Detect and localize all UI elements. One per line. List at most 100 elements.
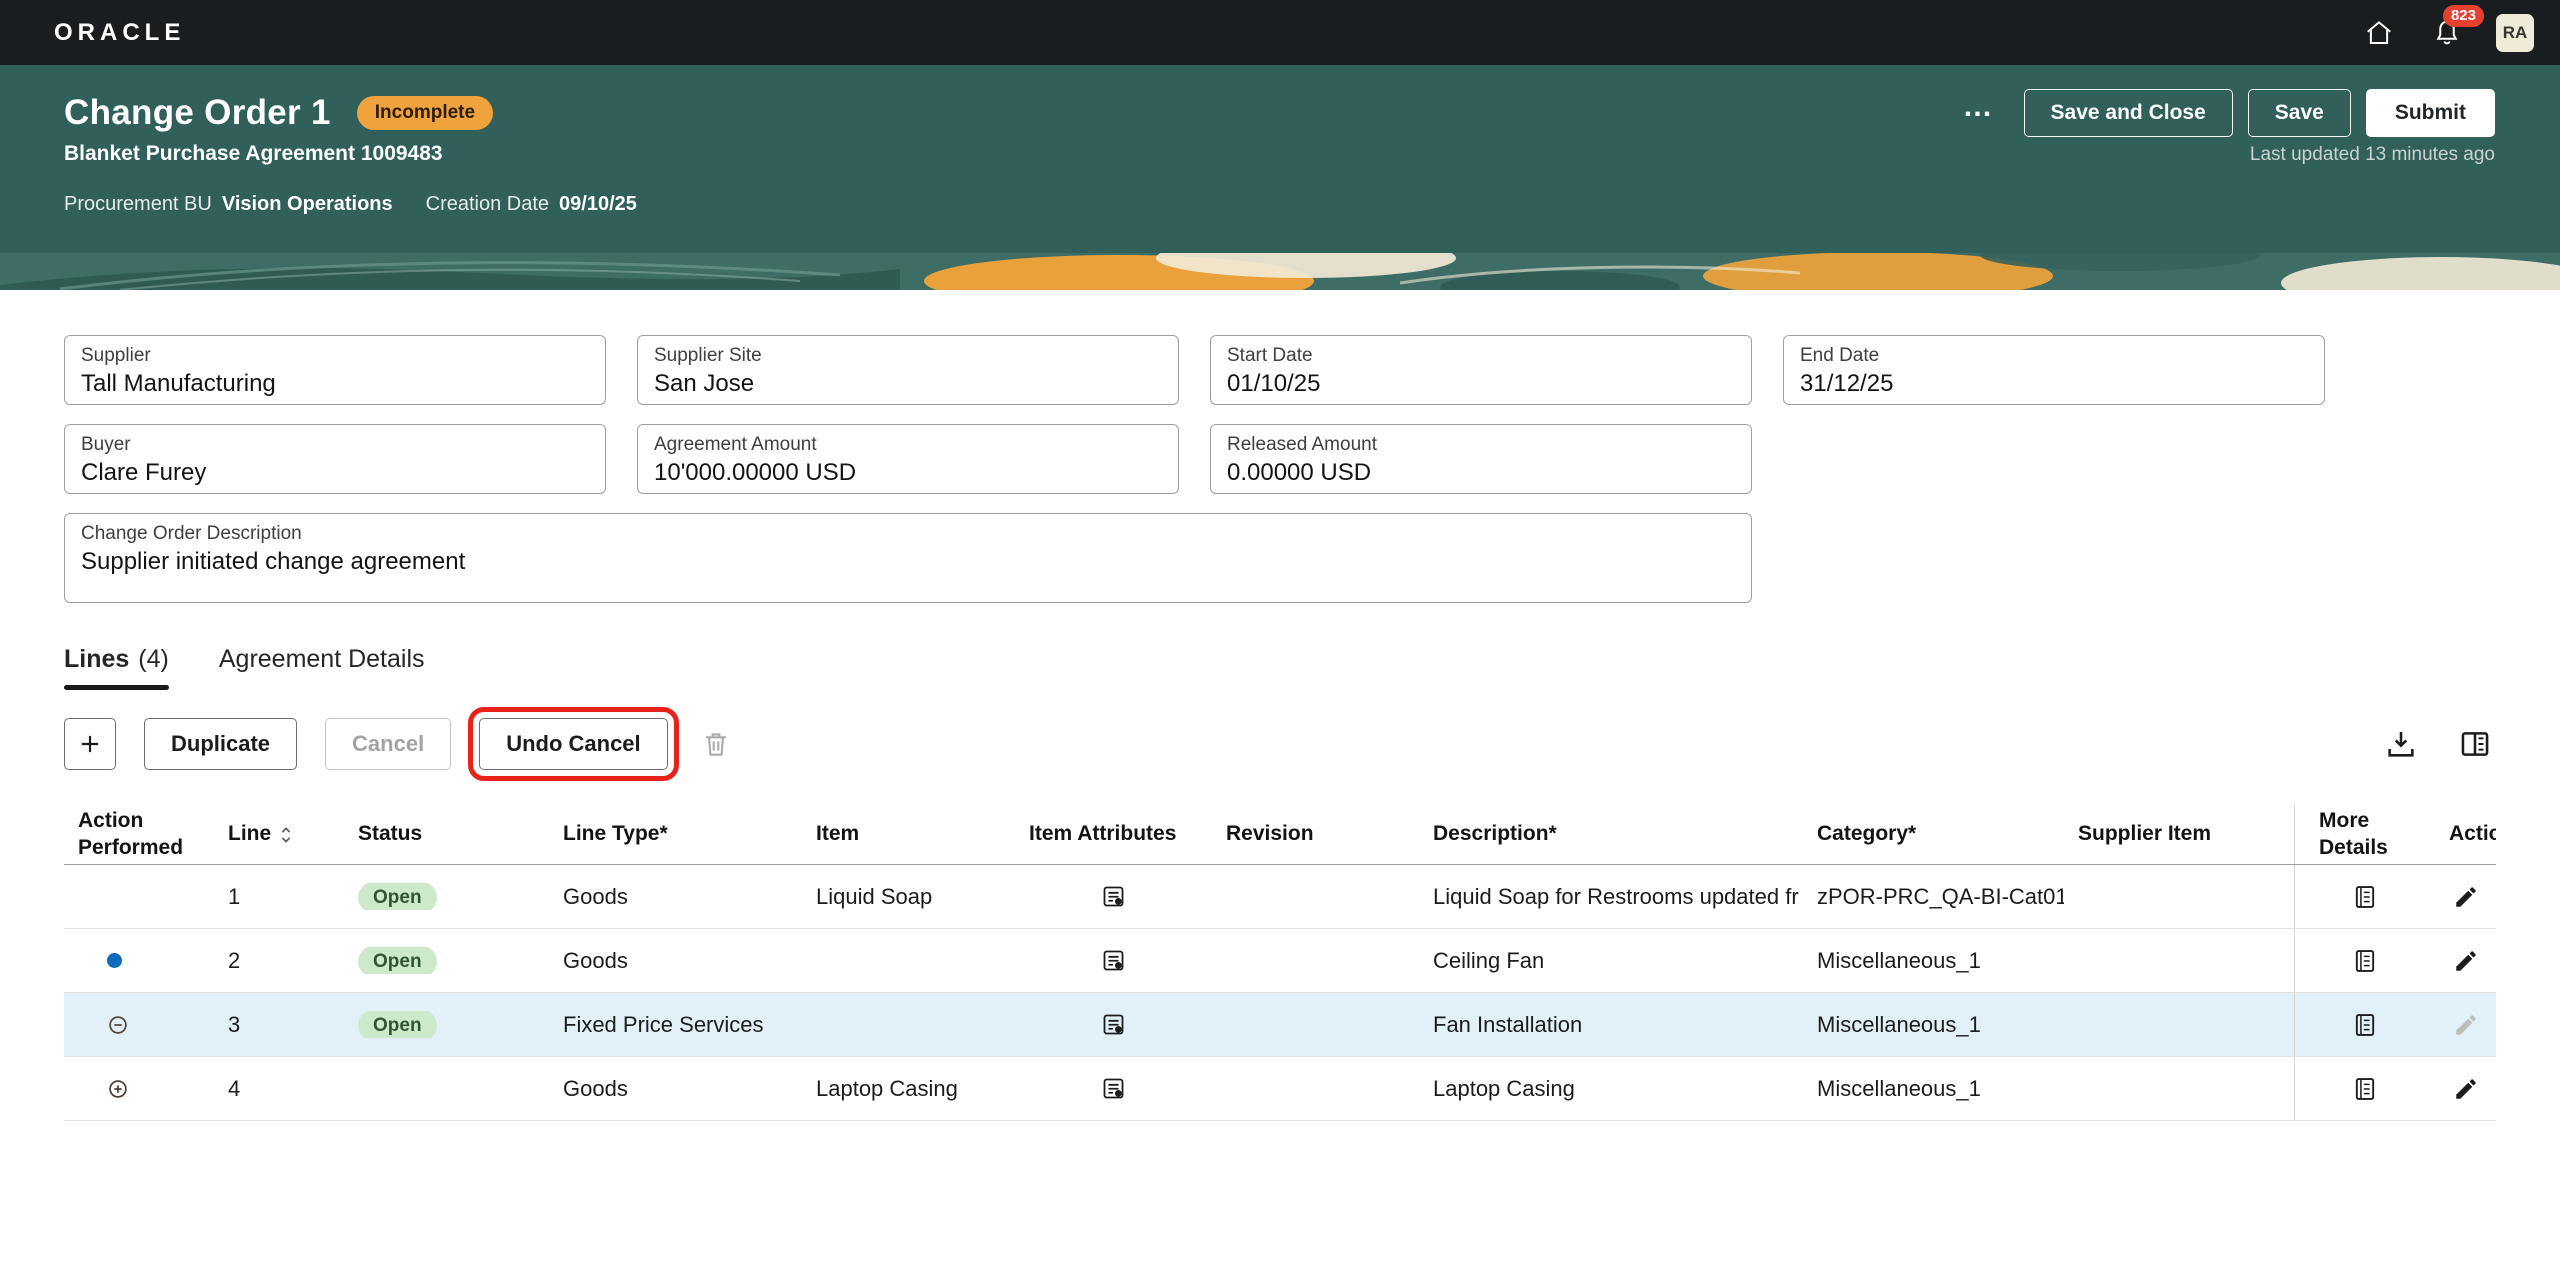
action-performed-cell <box>107 1078 129 1100</box>
last-updated-text: Last updated 13 minutes ago <box>2250 144 2495 166</box>
pencil-icon <box>2453 884 2479 910</box>
edit-line-button[interactable] <box>2451 882 2481 912</box>
line-type-cell: Goods <box>549 1076 802 1102</box>
oracle-logo: ORACLE <box>54 19 185 47</box>
col-revision: Revision <box>1212 821 1419 847</box>
table-row[interactable]: 2 Open Goods Ceiling Fan Miscellaneous_1 <box>64 929 2496 993</box>
added-line-icon <box>107 1078 129 1100</box>
submit-button[interactable]: Submit <box>2366 89 2495 137</box>
action-performed-cell <box>107 948 122 974</box>
description-cell: Ceiling Fan <box>1419 948 1803 974</box>
more-details-icon <box>2351 1011 2379 1039</box>
item-attributes-button[interactable] <box>1098 1073 1129 1104</box>
supplier-site-label: Supplier Site <box>654 345 1162 367</box>
undo-cancel-button[interactable]: Undo Cancel <box>479 718 667 770</box>
table-row[interactable]: 3 Open Fixed Price Services Fan Installa… <box>64 993 2496 1057</box>
end-date-field[interactable]: End Date 31/12/25 <box>1783 335 2325 405</box>
page-header: Change Order 1 Incomplete … Save and Clo… <box>0 65 2560 253</box>
procurement-bu-value: Vision Operations <box>222 193 393 216</box>
buyer-value: Clare Furey <box>81 459 589 487</box>
more-details-icon <box>2351 1075 2379 1103</box>
change-order-description-field[interactable]: Change Order Description Supplier initia… <box>64 513 1752 603</box>
download-icon <box>2384 727 2418 761</box>
more-details-button[interactable] <box>2349 1009 2381 1041</box>
action-performed-cell <box>107 1014 129 1036</box>
supplier-value: Tall Manufacturing <box>81 370 589 398</box>
delete-line-button[interactable] <box>696 724 736 764</box>
plus-icon <box>77 731 103 757</box>
add-line-button[interactable] <box>64 718 116 770</box>
supplier-field[interactable]: Supplier Tall Manufacturing <box>64 335 606 405</box>
col-item: Item <box>802 821 1015 847</box>
more-details-icon <box>2351 883 2379 911</box>
export-button[interactable] <box>2380 723 2422 765</box>
line-sort-button[interactable]: Line <box>228 821 295 847</box>
more-actions-button[interactable]: … <box>1949 92 2009 134</box>
canceled-line-icon <box>107 1014 129 1036</box>
col-description: Description* <box>1419 821 1803 847</box>
main-content: Supplier Tall Manufacturing Supplier Sit… <box>0 290 2560 1121</box>
notifications-button[interactable]: 823 <box>2428 14 2466 52</box>
manage-columns-button[interactable] <box>2454 723 2496 765</box>
line-number: 4 <box>214 1076 344 1102</box>
item-attributes-button[interactable] <box>1098 945 1129 976</box>
supplier-site-field[interactable]: Supplier Site San Jose <box>637 335 1179 405</box>
more-details-button[interactable] <box>2349 1073 2381 1105</box>
topbar-actions: 823 RA <box>2360 14 2534 52</box>
line-number: 2 <box>214 948 344 974</box>
more-details-button[interactable] <box>2349 945 2381 977</box>
duplicate-button[interactable]: Duplicate <box>144 718 297 770</box>
col-item-attributes: Item Attributes <box>1015 821 1212 847</box>
sort-icon <box>277 824 295 846</box>
columns-icon <box>2458 727 2492 761</box>
released-amount-value: 0.00000 USD <box>1227 459 1735 487</box>
category-cell: zPOR-PRC_QA-BI-Cat01 <box>1803 884 2064 910</box>
col-status: Status <box>344 821 549 847</box>
tab-agreement-details-label: Agreement Details <box>219 645 425 673</box>
agreement-amount-field[interactable]: Agreement Amount 10'000.00000 USD <box>637 424 1179 494</box>
home-button[interactable] <box>2360 14 2398 52</box>
edit-line-button[interactable] <box>2451 1074 2481 1104</box>
more-details-button[interactable] <box>2349 881 2381 913</box>
line-number: 1 <box>214 884 344 910</box>
table-header-row: Action Performed Line Status Line Type* … <box>64 805 2496 865</box>
save-button[interactable]: Save <box>2248 89 2351 137</box>
edit-line-button[interactable] <box>2451 1010 2481 1040</box>
cancel-button[interactable]: Cancel <box>325 718 451 770</box>
topbar: ORACLE 823 RA <box>0 0 2560 65</box>
save-and-close-button[interactable]: Save and Close <box>2024 89 2233 137</box>
start-date-field[interactable]: Start Date 01/10/25 <box>1210 335 1752 405</box>
line-type-cell: Goods <box>549 948 802 974</box>
description-cell: Liquid Soap for Restrooms updated fr <box>1419 884 1803 910</box>
tab-lines-label: Lines <box>64 645 129 673</box>
col-line: Line <box>214 821 344 847</box>
status-badge: Open <box>358 1011 437 1038</box>
table-row[interactable]: 4 Goods Laptop Casing Laptop Casing Misc… <box>64 1057 2496 1121</box>
table-row[interactable]: 1 Open Goods Liquid Soap Liquid Soap for… <box>64 865 2496 929</box>
line-number: 3 <box>214 1012 344 1038</box>
buyer-field[interactable]: Buyer Clare Furey <box>64 424 606 494</box>
released-amount-field[interactable]: Released Amount 0.00000 USD <box>1210 424 1752 494</box>
agreement-subtitle: Blanket Purchase Agreement 1009483 <box>64 142 443 166</box>
agreement-amount-value: 10'000.00000 USD <box>654 459 1162 487</box>
end-date-value: 31/12/25 <box>1800 370 2308 398</box>
avatar[interactable]: RA <box>2496 14 2534 52</box>
header-meta: Procurement BU Vision Operations Creatio… <box>64 193 2495 216</box>
pencil-icon <box>2453 1012 2479 1038</box>
tab-agreement-details[interactable]: Agreement Details <box>219 645 425 688</box>
item-attributes-button[interactable] <box>1098 881 1129 912</box>
tab-lines[interactable]: Lines(4) <box>64 645 169 688</box>
col-supplier-item: Supplier Item <box>2064 821 2294 847</box>
home-icon <box>2364 18 2394 48</box>
pencil-icon <box>2453 1076 2479 1102</box>
category-cell: Miscellaneous_1 <box>1803 948 2064 974</box>
edit-line-button[interactable] <box>2451 946 2481 976</box>
change-order-description-value: Supplier initiated change agreement <box>81 548 1735 576</box>
supplier-label: Supplier <box>81 345 589 367</box>
line-type-cell: Fixed Price Services <box>549 1012 802 1038</box>
description-cell: Laptop Casing <box>1419 1076 1803 1102</box>
agreement-amount-label: Agreement Amount <box>654 434 1162 456</box>
trash-icon <box>700 728 732 760</box>
item-attributes-button[interactable] <box>1098 1009 1129 1040</box>
buyer-label: Buyer <box>81 434 589 456</box>
